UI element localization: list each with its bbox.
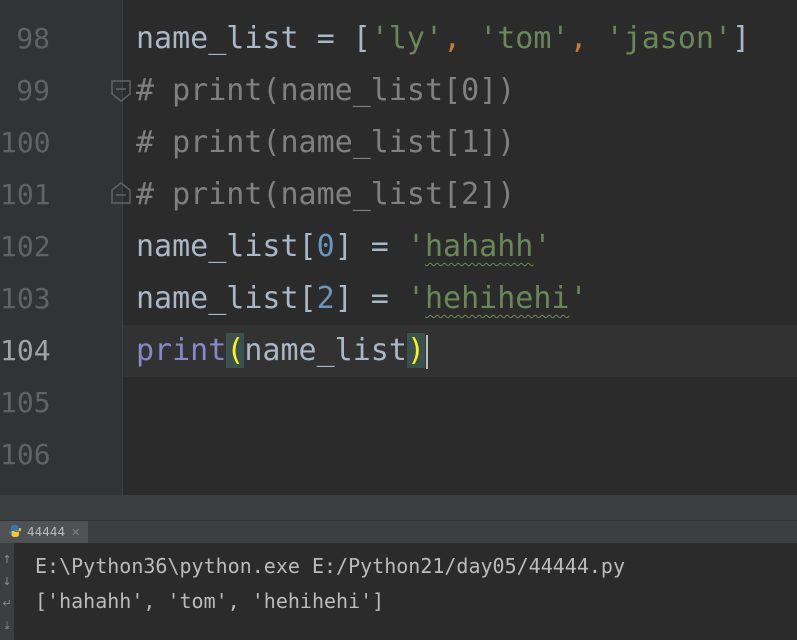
python-icon xyxy=(8,524,22,541)
console-output-line: ['hahahh', 'tom', 'hehihehi'] xyxy=(35,589,385,613)
code-token: , xyxy=(569,21,606,56)
line-number: 100 xyxy=(0,126,51,159)
code-token: = xyxy=(316,21,353,56)
close-icon[interactable]: ✕ xyxy=(71,526,80,539)
code-line[interactable]: name_list = ['ly', 'tom', 'jason'] xyxy=(136,13,797,65)
fold-start-icon[interactable] xyxy=(111,80,131,102)
code-line[interactable] xyxy=(136,429,797,481)
run-side-toolbar: ↑ ↓ ↵ ⤓ xyxy=(0,543,14,640)
run-tool-window: 44444 ✕ ↑ ↓ ↵ ⤓ E:\Python36\python.exe E… xyxy=(0,495,797,640)
console-command-line: E:\Python36\python.exe E:/Python21/day05… xyxy=(35,554,626,578)
code-token: ' xyxy=(406,229,425,264)
code-token: 'jason' xyxy=(605,21,733,56)
panel-divider[interactable] xyxy=(0,495,797,520)
code-line[interactable]: print(name_list) xyxy=(136,325,797,377)
code-token: name_list[ xyxy=(136,281,317,316)
code-token: ] = xyxy=(334,229,407,264)
code-line[interactable]: # print(name_list[2]) xyxy=(136,169,797,221)
code-line[interactable]: # print(name_list[0]) xyxy=(136,65,797,117)
code-token: ' xyxy=(406,281,425,316)
line-number: 105 xyxy=(0,386,51,419)
code-token: ] = xyxy=(334,281,407,316)
code-token: name_list xyxy=(244,333,407,368)
run-tab[interactable]: 44444 ✕ xyxy=(0,521,89,543)
code-line[interactable]: name_list[2] = 'hehihehi' xyxy=(136,273,797,325)
code-token: name_list[ xyxy=(136,229,317,264)
code-token: # print(name_list[1]) xyxy=(136,125,516,160)
line-number: 104 xyxy=(0,334,51,367)
code-token: 0 xyxy=(316,229,335,264)
down-arrow-icon[interactable]: ↓ xyxy=(0,575,14,595)
line-number: 106 xyxy=(0,438,51,471)
code-line[interactable] xyxy=(136,377,797,429)
line-number: 99 xyxy=(16,74,50,107)
code-line[interactable]: # print(name_list[1]) xyxy=(136,117,797,169)
line-number: 103 xyxy=(0,282,51,315)
code-line[interactable]: name_list[0] = 'hahahh' xyxy=(136,221,797,273)
fold-end-icon[interactable] xyxy=(111,182,131,204)
code-token: ] xyxy=(732,21,751,56)
spelling-warning-token: hehihehi xyxy=(425,281,570,316)
code-token: 'ly' xyxy=(370,21,444,56)
text-caret xyxy=(426,334,428,369)
up-arrow-icon[interactable]: ↑ xyxy=(0,553,14,573)
run-tab-bar: 44444 ✕ xyxy=(0,520,797,543)
code-token: ' xyxy=(569,281,588,316)
run-tab-label: 44444 xyxy=(27,525,66,539)
code-token: [ xyxy=(352,21,371,56)
scroll-to-end-icon[interactable]: ⤓ xyxy=(0,619,14,639)
code-token: 2 xyxy=(316,281,335,316)
line-number: 101 xyxy=(0,178,51,211)
code-token: ( xyxy=(226,333,245,368)
code-token: , xyxy=(443,21,480,56)
line-number: 102 xyxy=(0,230,51,263)
line-number: 98 xyxy=(16,22,50,55)
code-editor[interactable]: 98 99 100 101 102 103 104 105 106 name_list = ['… xyxy=(0,0,797,495)
code-token: ) xyxy=(406,333,425,368)
soft-wrap-icon[interactable]: ↵ xyxy=(0,597,14,617)
code-token: print xyxy=(136,333,227,368)
code-token: # print(name_list[2]) xyxy=(136,177,516,212)
spelling-warning-token: hahahh xyxy=(425,229,534,264)
code-token: # print(name_list[0]) xyxy=(136,73,516,108)
code-token: ' xyxy=(533,229,552,264)
code-token: 'tom' xyxy=(479,21,570,56)
code-token: name_list xyxy=(136,21,317,56)
